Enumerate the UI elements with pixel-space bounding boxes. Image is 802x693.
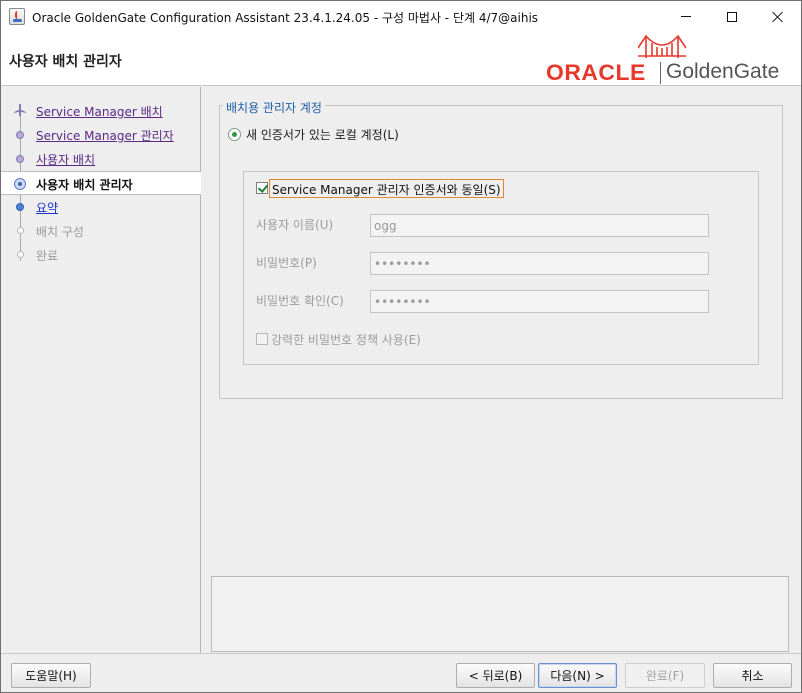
username-label: 사용자 이름(U)	[256, 218, 334, 232]
finish-button: 완료(F)	[625, 663, 705, 688]
button-bar-divider	[1, 653, 801, 654]
step-pending-icon	[17, 227, 24, 234]
wizard-steps-nav: Service Manager 배치 Service Manager 관리자 사…	[1, 87, 201, 653]
confirm-password-label: 비밀번호 확인(C)	[256, 294, 344, 308]
group-title: 배치용 관리자 계정	[223, 99, 325, 116]
title-bar: Oracle GoldenGate Configuration Assistan…	[1, 1, 801, 32]
local-account-radio[interactable]	[228, 128, 241, 141]
step-pending-icon	[17, 251, 24, 258]
strong-password-policy-checkbox	[256, 333, 268, 345]
step-item-finish: 완료	[1, 243, 201, 267]
step-item-deploy-config: 배치 구성	[1, 219, 201, 243]
same-as-sm-checkbox-label[interactable]: Service Manager 관리자 인증서와 동일(S)	[269, 179, 504, 198]
logo-separator	[660, 62, 661, 84]
username-field: ogg	[370, 214, 709, 237]
step-item-sm-deploy[interactable]: Service Manager 배치	[1, 99, 201, 123]
step-label: Service Manager 배치	[36, 105, 163, 119]
confirm-password-field: ••••••••	[370, 290, 709, 313]
back-button[interactable]: < 뒤로(B)	[456, 663, 535, 688]
next-button[interactable]: 다음(N) >	[538, 663, 617, 688]
step-next-icon	[16, 203, 24, 211]
strong-password-policy-label: 강력한 비밀번호 정책 사용(E)	[271, 333, 421, 347]
step-item-sm-admin[interactable]: Service Manager 관리자	[1, 123, 201, 147]
window-title: Oracle GoldenGate Configuration Assistan…	[32, 11, 539, 25]
help-button[interactable]: 도움말(H)	[11, 663, 91, 688]
java-coffee-icon	[9, 8, 25, 25]
step-visited-icon	[16, 155, 24, 163]
minimize-icon	[681, 16, 691, 17]
step-visited-icon	[16, 131, 24, 139]
cancel-button[interactable]: 취소	[713, 663, 792, 688]
wizard-window: Oracle GoldenGate Configuration Assistan…	[0, 0, 802, 693]
maximize-icon	[727, 11, 737, 22]
step-item-summary[interactable]: 요약	[1, 195, 201, 219]
step-label: 사용자 배치	[36, 153, 96, 167]
step-visited-icon	[14, 104, 26, 116]
step-label: Service Manager 관리자	[36, 129, 174, 143]
step-item-user-deploy-admin[interactable]: 사용자 배치 관리자	[1, 171, 201, 195]
maximize-button[interactable]	[709, 1, 755, 32]
step-label: 배치 구성	[36, 225, 84, 239]
wizard-header: 사용자 배치 관리자 ORACLE GoldenGate	[1, 32, 801, 86]
message-panel	[211, 576, 789, 652]
password-field: ••••••••	[370, 252, 709, 275]
golden-gate-bridge-icon	[638, 34, 686, 58]
same-as-sm-checkbox[interactable]	[256, 182, 268, 194]
local-account-radio-label[interactable]: 새 인증서가 있는 로컬 계정(L)	[246, 126, 399, 143]
step-label: 사용자 배치 관리자	[36, 178, 133, 192]
goldengate-wordmark: GoldenGate	[666, 60, 780, 83]
oracle-wordmark: ORACLE	[546, 60, 646, 85]
step-label: 요약	[36, 201, 59, 215]
oracle-goldengate-logo: ORACLE GoldenGate	[546, 34, 786, 85]
page-title: 사용자 배치 관리자	[9, 54, 122, 70]
close-button[interactable]	[755, 1, 801, 32]
step-item-user-deploy[interactable]: 사용자 배치	[1, 147, 201, 171]
step-label: 완료	[36, 249, 59, 263]
step-current-icon	[14, 178, 26, 190]
password-label: 비밀번호(P)	[256, 256, 317, 270]
minimize-button[interactable]	[663, 1, 709, 32]
close-icon	[772, 11, 784, 23]
